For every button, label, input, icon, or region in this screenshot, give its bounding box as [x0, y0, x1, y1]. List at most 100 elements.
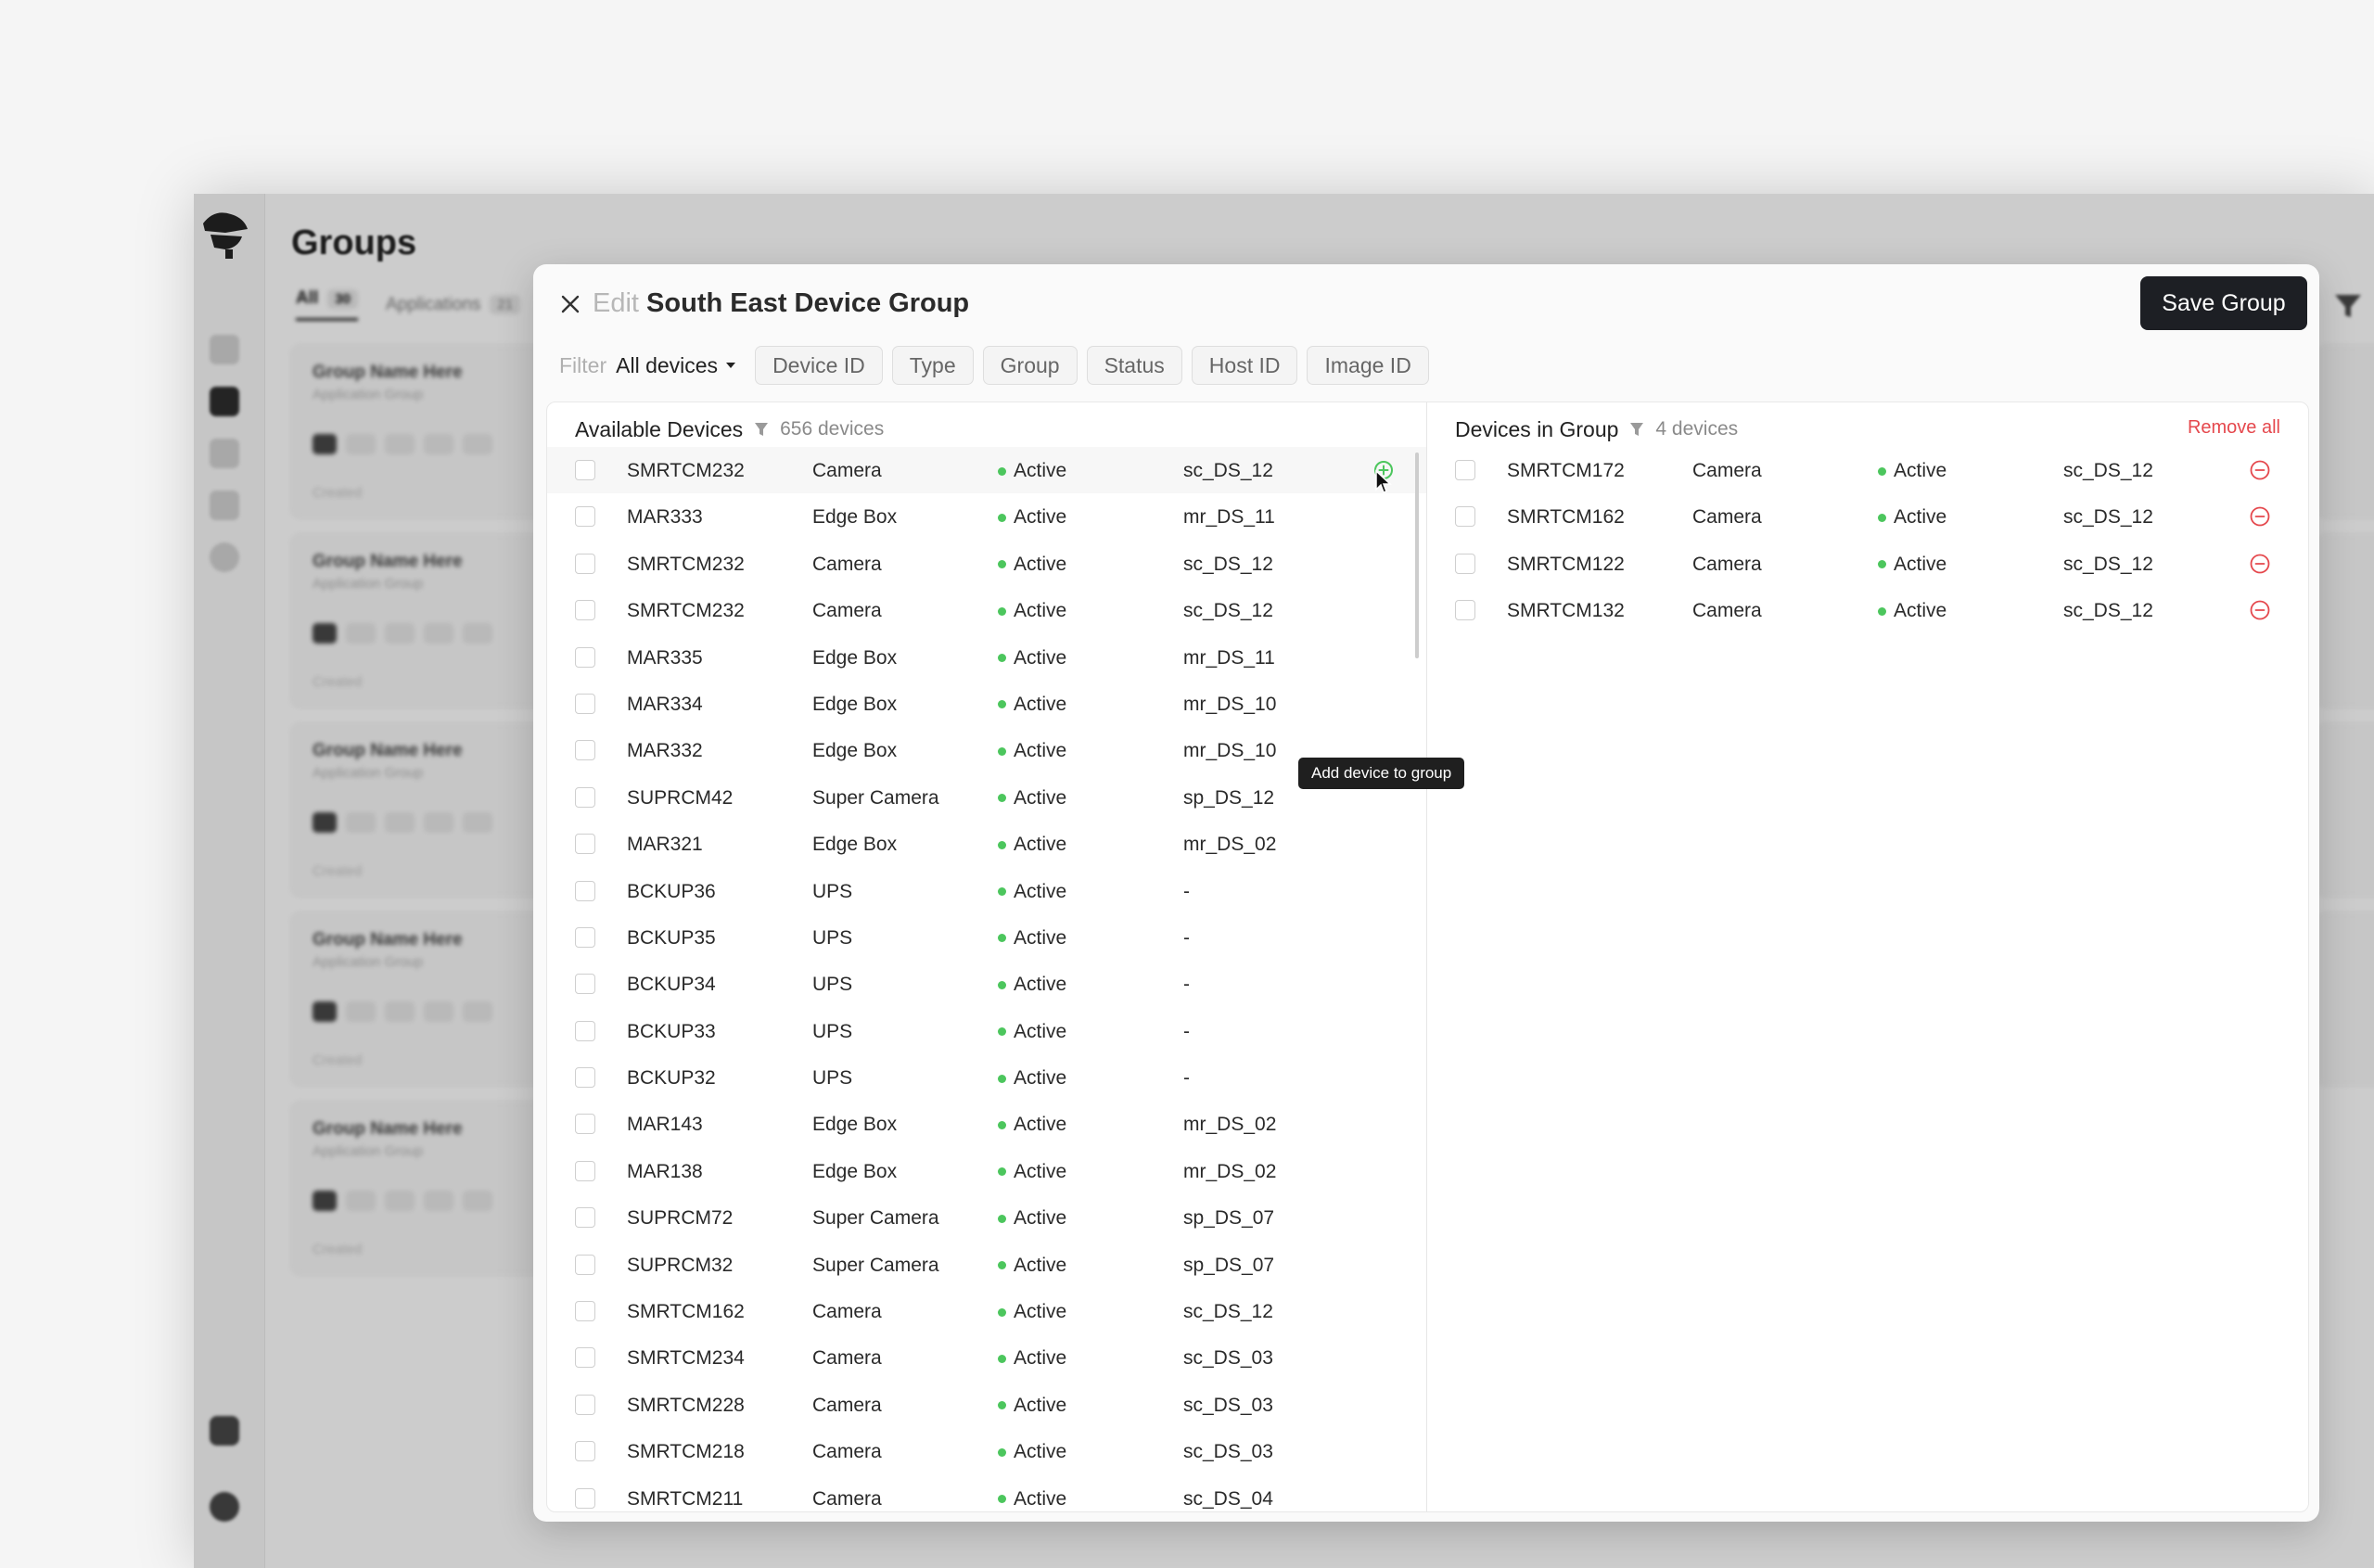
device-status: Active: [998, 554, 1066, 576]
available-device-row[interactable]: SUPRCM42 Super Camera Active sp_DS_12: [547, 774, 1426, 821]
status-dot-icon: [998, 980, 1006, 989]
available-device-row[interactable]: BCKUP33 UPS Active -: [547, 1008, 1426, 1054]
available-device-row[interactable]: SMRTCM232 Camera Active sc_DS_12: [547, 541, 1426, 587]
available-device-row[interactable]: SMRTCM232 Camera Active sc_DS_12: [547, 587, 1426, 633]
device-id: SUPRCM72: [627, 1207, 734, 1230]
save-group-button[interactable]: Save Group: [2140, 276, 2307, 330]
available-device-row[interactable]: SMRTCM228 Camera Active sc_DS_03: [547, 1382, 1426, 1428]
remove-circle-icon[interactable]: [2249, 459, 2271, 481]
row-checkbox[interactable]: [575, 600, 595, 621]
group-devices-list: SMRTCM172 Camera Active sc_DS_12 SMRTCM162 Ca…: [1427, 447, 2308, 634]
device-id: BCKUP36: [627, 880, 716, 902]
device-status: Active: [998, 1207, 1066, 1230]
remove-circle-icon[interactable]: [2249, 599, 2271, 621]
device-status: Active: [998, 1161, 1066, 1183]
available-device-row[interactable]: MAR321 Edge Box Active mr_DS_02: [547, 821, 1426, 867]
row-checkbox[interactable]: [575, 1114, 595, 1135]
row-checkbox[interactable]: [575, 834, 595, 855]
modal-title: Edit South East Device Group: [593, 288, 970, 318]
available-device-row[interactable]: SMRTCM232 Camera Active sc_DS_12: [547, 447, 1426, 494]
available-device-row[interactable]: BCKUP32 UPS Active -: [547, 1054, 1426, 1101]
remove-circle-icon[interactable]: [2249, 553, 2271, 575]
row-checkbox[interactable]: [575, 460, 595, 480]
row-checkbox[interactable]: [575, 880, 595, 901]
row-checkbox[interactable]: [575, 974, 595, 995]
row-checkbox[interactable]: [575, 646, 595, 668]
row-checkbox[interactable]: [1455, 553, 1475, 574]
filter-chip-type[interactable]: Type: [891, 346, 974, 385]
available-device-row[interactable]: BCKUP36 UPS Active -: [547, 868, 1426, 914]
remove-all-button[interactable]: Remove all: [2188, 417, 2280, 439]
row-checkbox[interactable]: [575, 1254, 595, 1275]
status-text: Active: [1014, 646, 1067, 669]
status-text: Active: [1894, 553, 1947, 575]
available-device-row[interactable]: SMRTCM218 Camera Active sc_DS_03: [547, 1428, 1426, 1474]
device-host-id: mr_DS_11: [1183, 506, 1275, 529]
scrollbar[interactable]: [1415, 453, 1419, 658]
row-checkbox[interactable]: [575, 553, 595, 574]
available-device-row[interactable]: BCKUP34 UPS Active -: [547, 961, 1426, 1007]
status-dot-icon: [998, 794, 1006, 803]
row-checkbox[interactable]: [575, 506, 595, 528]
available-device-row[interactable]: MAR334 Edge Box Active mr_DS_10: [547, 681, 1426, 727]
row-checkbox[interactable]: [575, 740, 595, 761]
row-checkbox[interactable]: [575, 1301, 595, 1322]
row-checkbox[interactable]: [575, 1487, 595, 1509]
available-devices-count: 656 devices: [780, 418, 885, 440]
row-checkbox[interactable]: [575, 926, 595, 948]
available-device-row[interactable]: SMRTCM234 Camera Active sc_DS_03: [547, 1334, 1426, 1381]
available-device-row[interactable]: BCKUP35 UPS Active -: [547, 914, 1426, 961]
device-host-id: sc_DS_04: [1183, 1487, 1273, 1510]
available-device-row[interactable]: MAR332 Edge Box Active mr_DS_10: [547, 727, 1426, 773]
device-status: Active: [1878, 506, 1946, 529]
filter-chip-group[interactable]: Group: [982, 346, 1078, 385]
device-host-id: mr_DS_02: [1183, 1114, 1277, 1136]
device-id: BCKUP33: [627, 1020, 716, 1042]
row-checkbox[interactable]: [575, 1347, 595, 1369]
row-checkbox[interactable]: [575, 1207, 595, 1229]
row-checkbox[interactable]: [1455, 506, 1475, 528]
device-id: SMRTCM172: [1507, 460, 1625, 481]
available-devices-header: Available Devices 656 devices: [575, 414, 884, 445]
group-device-row[interactable]: SMRTCM162 Camera Active sc_DS_12: [1427, 493, 2308, 540]
available-device-row[interactable]: SMRTCM162 Camera Active sc_DS_12: [547, 1288, 1426, 1334]
row-checkbox[interactable]: [575, 1067, 595, 1089]
row-checkbox[interactable]: [575, 1441, 595, 1462]
group-device-row[interactable]: SMRTCM172 Camera Active sc_DS_12: [1427, 447, 2308, 493]
filter-chip-host-id[interactable]: Host ID: [1191, 346, 1298, 385]
status-text: Active: [1014, 1114, 1067, 1136]
device-id: MAR138: [627, 1160, 703, 1182]
device-type: Camera: [812, 1347, 882, 1370]
available-device-row[interactable]: SUPRCM32 Super Camera Active sp_DS_07: [547, 1242, 1426, 1288]
available-device-row[interactable]: SMRTCM211 Camera Active sc_DS_04: [547, 1475, 1426, 1511]
available-device-row[interactable]: MAR138 Edge Box Active mr_DS_02: [547, 1148, 1426, 1194]
filter-icon[interactable]: [1629, 421, 1644, 438]
group-devices-header: Devices in Group 4 devices: [1455, 414, 1738, 445]
device-host-id: sc_DS_03: [1183, 1347, 1273, 1370]
row-checkbox[interactable]: [575, 1160, 595, 1181]
row-checkbox[interactable]: [575, 693, 595, 714]
filter-icon[interactable]: [2328, 287, 2368, 325]
available-device-row[interactable]: MAR333 Edge Box Active mr_DS_11: [547, 493, 1426, 540]
row-checkbox[interactable]: [1455, 600, 1475, 621]
available-device-row[interactable]: MAR143 Edge Box Active mr_DS_02: [547, 1101, 1426, 1147]
filter-chip-status[interactable]: Status: [1086, 346, 1182, 385]
filter-chip-device-id[interactable]: Device ID: [755, 346, 883, 385]
row-checkbox[interactable]: [575, 1394, 595, 1415]
status-dot-icon: [998, 654, 1006, 663]
device-filter-select[interactable]: All devices: [616, 353, 736, 378]
available-device-row[interactable]: MAR335 Edge Box Active mr_DS_11: [547, 634, 1426, 681]
group-device-row[interactable]: SMRTCM132 Camera Active sc_DS_12: [1427, 587, 2308, 633]
filter-chip-image-id[interactable]: Image ID: [1307, 346, 1429, 385]
status-dot-icon: [998, 466, 1006, 476]
remove-circle-icon[interactable]: [2249, 505, 2271, 528]
row-checkbox[interactable]: [575, 1020, 595, 1041]
row-checkbox[interactable]: [575, 786, 595, 808]
device-type: Camera: [1692, 460, 1762, 481]
group-device-row[interactable]: SMRTCM122 Camera Active sc_DS_12: [1427, 541, 2308, 587]
filter-icon[interactable]: [754, 421, 769, 438]
row-checkbox[interactable]: [1455, 460, 1475, 480]
available-device-row[interactable]: SUPRCM72 Super Camera Active sp_DS_07: [547, 1194, 1426, 1241]
close-button[interactable]: [554, 287, 587, 321]
device-host-id: sc_DS_12: [1183, 460, 1273, 481]
